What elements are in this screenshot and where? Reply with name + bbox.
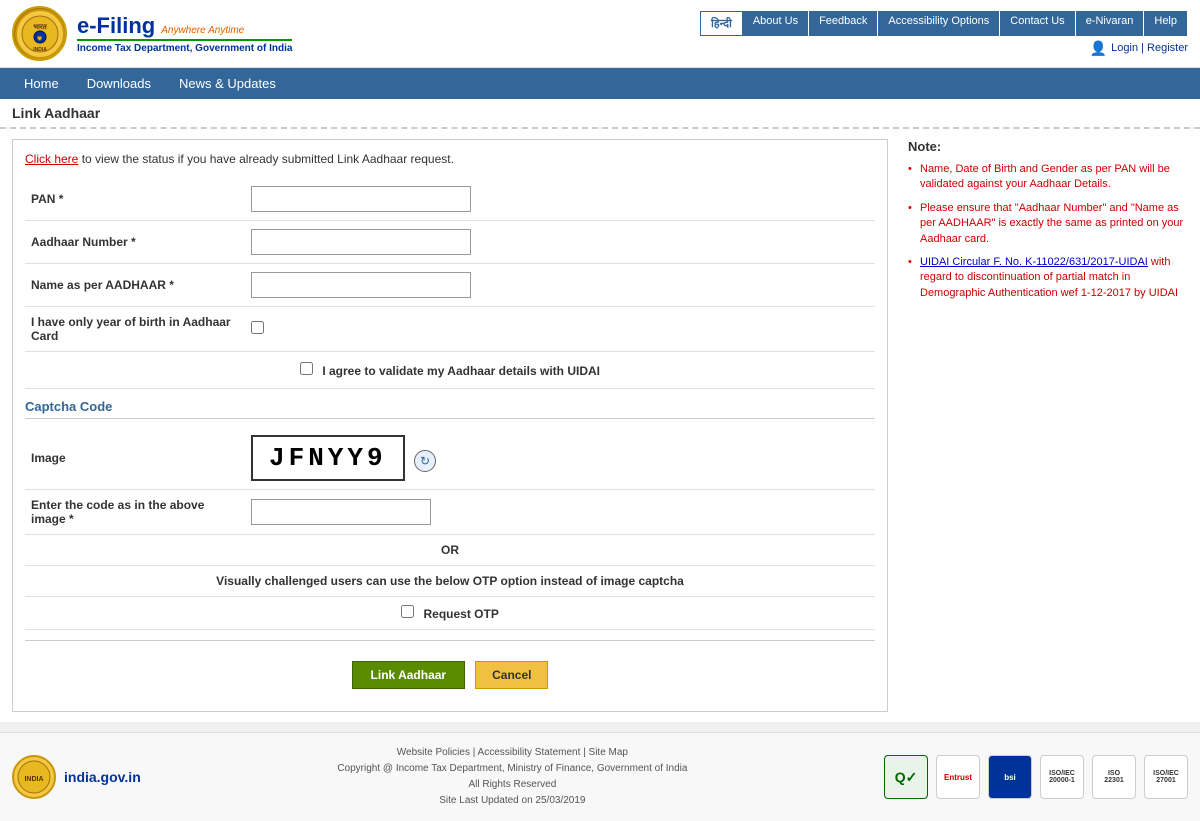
footer-gov: INDIA india.gov.in [12, 755, 141, 799]
person-icon: 👤 [1090, 40, 1107, 57]
status-description: to view the status if you have already s… [78, 152, 454, 166]
note-item-3: UIDAI Circular F. No. K-11022/631/2017-U… [908, 255, 1188, 301]
captcha-section-title: Captcha Code [25, 399, 875, 419]
refresh-captcha-icon[interactable]: ↻ [414, 450, 436, 472]
svg-text:INDIA: INDIA [24, 776, 43, 783]
captcha-table: Image JFNYY9 ↻ Enter the code as in the … [25, 427, 875, 630]
brand: e-Filing Anywhere Anytime Income Tax Dep… [77, 13, 292, 54]
svg-text:INDIA: INDIA [33, 47, 47, 53]
main-area: Click here to view the status if you hav… [0, 129, 1200, 722]
form-table: PAN * Aadhaar Number * Name as per AADHA… [25, 178, 875, 389]
otp-row: Request OTP [25, 597, 875, 630]
contact-link[interactable]: Contact Us [1000, 11, 1075, 36]
captcha-image: JFNYY9 [251, 435, 405, 481]
captcha-image-row: Image JFNYY9 ↻ [25, 427, 875, 490]
link-aadhaar-button[interactable]: Link Aadhaar [352, 661, 466, 689]
footer-copyright: Copyright @ Income Tax Department, Minis… [161, 761, 864, 777]
enivaran-link[interactable]: e-Nivaran [1076, 11, 1145, 36]
bsi-badge: bsi [988, 755, 1032, 799]
footer-gov-label[interactable]: india.gov.in [64, 769, 141, 785]
top-nav-links: हिन्दी About Us Feedback Accessibility O… [700, 11, 1188, 36]
captcha-input-row: Enter the code as in the above image * [25, 490, 875, 535]
year-birth-checkbox[interactable] [251, 321, 264, 334]
otp-label: Request OTP [423, 607, 498, 621]
help-link[interactable]: Help [1144, 11, 1188, 36]
footer-rights: All Rights Reserved [161, 777, 864, 793]
page-content: Link Aadhaar Click here to view the stat… [0, 99, 1200, 722]
image-label: Image [25, 427, 245, 490]
agree-row: I agree to validate my Aadhaar details w… [25, 352, 875, 389]
footer-last-updated: Site Last Updated on 25/03/2019 [161, 793, 864, 809]
login-register-link[interactable]: Login | Register [1111, 42, 1188, 54]
nav-home[interactable]: Home [10, 68, 73, 99]
efiling-title: e-Filing [77, 13, 155, 39]
pan-input[interactable] [251, 186, 471, 212]
name-row: Name as per AADHAAR * [25, 264, 875, 307]
name-label: Name as per AADHAAR * [25, 264, 245, 307]
footer-policy-links: Website Policies | Accessibility Stateme… [161, 745, 864, 761]
captcha-input[interactable] [251, 499, 431, 525]
govt-emblem: भारत 🦁 INDIA [12, 6, 67, 61]
uidai-circular-link[interactable]: UIDAI Circular F. No. K-11022/631/2017-U… [920, 256, 1148, 268]
quality-badge: Q✓ [884, 755, 928, 799]
button-row: Link Aadhaar Cancel [25, 651, 875, 699]
pan-row: PAN * [25, 178, 875, 221]
iso-badge-2: ISO22301 [1092, 755, 1136, 799]
note-item-2: Please ensure that "Aadhaar Number" and … [908, 201, 1188, 247]
login-register-area[interactable]: 👤 Login | Register [1090, 40, 1188, 57]
status-link[interactable]: Click here [25, 152, 78, 166]
logo-area: भारत 🦁 INDIA e-Filing Anywhere Anytime I… [12, 6, 292, 61]
footer: INDIA india.gov.in Website Policies | Ac… [0, 732, 1200, 821]
entrust-badge: Entrust [936, 755, 980, 799]
cancel-button[interactable]: Cancel [475, 661, 548, 689]
agree-label: I agree to validate my Aadhaar details w… [322, 364, 600, 378]
svg-text:भारत: भारत [33, 24, 48, 31]
year-birth-row: I have only year of birth in Aadhaar Car… [25, 307, 875, 352]
or-row: OR [25, 535, 875, 566]
note-item-1: Name, Date of Birth and Gender as per PA… [908, 162, 1188, 193]
feedback-link[interactable]: Feedback [809, 11, 878, 36]
top-nav-right: हिन्दी About Us Feedback Accessibility O… [700, 11, 1188, 57]
agree-checkbox[interactable] [300, 362, 313, 375]
about-us-link[interactable]: About Us [743, 11, 809, 36]
otp-description: Visually challenged users can use the be… [25, 566, 875, 597]
aadhaar-input[interactable] [251, 229, 471, 255]
aadhaar-label: Aadhaar Number * [25, 221, 245, 264]
name-input[interactable] [251, 272, 471, 298]
svg-text:🦁: 🦁 [36, 35, 42, 42]
page-title: Link Aadhaar [0, 99, 1200, 129]
top-header: भारत 🦁 INDIA e-Filing Anywhere Anytime I… [0, 0, 1200, 68]
otp-checkbox[interactable] [401, 605, 414, 618]
efiling-department: Income Tax Department, Government of Ind… [77, 39, 292, 54]
form-section: Click here to view the status if you hav… [12, 139, 888, 712]
aadhaar-row: Aadhaar Number * [25, 221, 875, 264]
pan-label: PAN * [25, 178, 245, 221]
year-birth-label: I have only year of birth in Aadhaar Car… [25, 307, 245, 352]
notes-list: Name, Date of Birth and Gender as per PA… [908, 162, 1188, 301]
notes-title: Note: [908, 139, 1188, 154]
status-text: Click here to view the status if you hav… [25, 152, 875, 166]
main-nav: Home Downloads News & Updates [0, 68, 1200, 99]
nav-downloads[interactable]: Downloads [73, 68, 165, 99]
notes-section: Note: Name, Date of Birth and Gender as … [908, 139, 1188, 712]
footer-badges: Q✓ Entrust bsi ISO/IEC20000-1 ISO22301 I… [884, 755, 1188, 799]
nav-news-updates[interactable]: News & Updates [165, 68, 290, 99]
enter-code-label: Enter the code as in the above image * [25, 490, 245, 535]
footer-emblem: INDIA [12, 755, 56, 799]
footer-center: Website Policies | Accessibility Stateme… [161, 745, 864, 809]
iso-badge-1: ISO/IEC20000-1 [1040, 755, 1084, 799]
hindi-link[interactable]: हिन्दी [700, 11, 743, 36]
or-label: OR [25, 535, 875, 566]
otp-desc-row: Visually challenged users can use the be… [25, 566, 875, 597]
accessibility-link[interactable]: Accessibility Options [878, 11, 1000, 36]
iso-badge-3: ISO/IEC27001 [1144, 755, 1188, 799]
efiling-tagline: Anywhere Anytime [161, 25, 244, 36]
form-divider [25, 640, 875, 641]
